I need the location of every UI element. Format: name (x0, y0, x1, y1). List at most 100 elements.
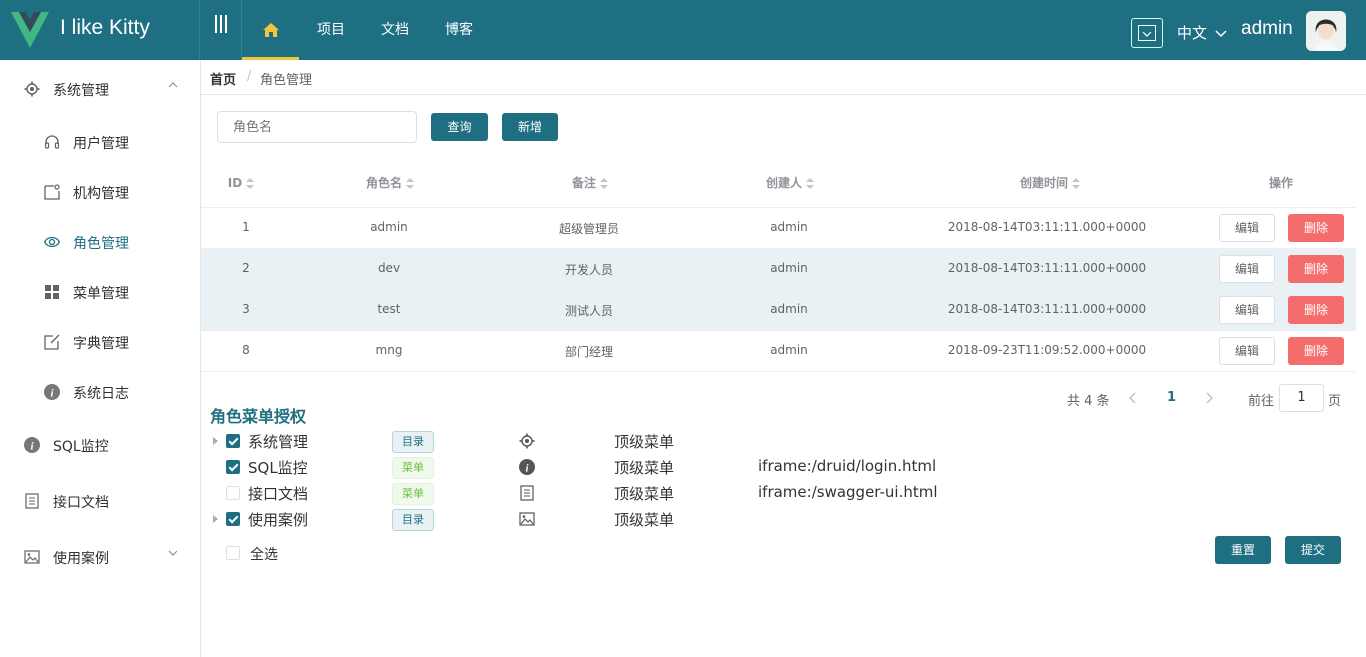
image-icon (519, 512, 535, 526)
column-header-label: ID (227, 176, 243, 190)
sidebar-item-api-docs[interactable]: 接口文档 (0, 476, 200, 526)
username[interactable]: admin (1241, 18, 1293, 40)
cell-remark: 测试人员 (564, 304, 613, 318)
sidebar-item-dict[interactable]: 字典管理 (0, 317, 200, 367)
sidebar-toggle-button[interactable] (201, 0, 242, 60)
cell-creator: admin (770, 261, 808, 275)
sort-icon[interactable] (406, 177, 414, 190)
tree-row-parent: 顶级菜单 (614, 433, 675, 451)
nav-blog[interactable]: 博客 (427, 0, 491, 60)
cell-name: admin (370, 220, 408, 234)
table-row[interactable]: 1 admin 超级管理员 admin 2018-08-14T03:11:11.… (201, 207, 1356, 248)
column-header-time[interactable]: 创建时间 (980, 161, 1120, 207)
pagination-total: 共 4 条 (1067, 394, 1110, 409)
submit-button[interactable]: 提交 (1285, 536, 1341, 564)
sort-icon[interactable] (806, 177, 814, 190)
pagination-page-current[interactable]: 1 (1167, 390, 1176, 405)
query-button[interactable]: 查询 (431, 113, 488, 141)
reset-button[interactable]: 重置 (1215, 536, 1271, 564)
sidebar-item-users[interactable]: 用户管理 (0, 117, 200, 167)
cell-creator: admin (770, 343, 808, 357)
sidebar-item-roles[interactable]: 角色管理 (0, 217, 200, 267)
cell-id: 3 (242, 302, 250, 316)
sidebar-item-label: 接口文档 (53, 495, 109, 511)
nav-projects[interactable]: 项目 (299, 0, 363, 60)
sidebar-item-menus[interactable]: 菜单管理 (0, 267, 200, 317)
sidebar: 系统管理 用户管理 机构管理 角色管理 菜单管理 字典管理 i 系统日志 i S… (0, 60, 201, 657)
checkbox[interactable] (226, 460, 240, 474)
sidebar-item-label: 使用案例 (53, 551, 109, 567)
chevron-left-icon[interactable] (1128, 392, 1136, 404)
sidebar-item-examples[interactable]: 使用案例 (0, 532, 200, 582)
fullscreen-button[interactable] (1131, 18, 1163, 48)
column-header-creator[interactable]: 创建人 (740, 161, 840, 207)
cell-creator: admin (770, 220, 808, 234)
sidebar-item-system[interactable]: 系统管理 (0, 64, 200, 114)
table-row[interactable]: 8 mng 部门经理 admin 2018-09-23T11:09:52.000… (201, 330, 1356, 371)
sidebar-item-label: 系统管理 (53, 83, 109, 99)
sidebar-item-label: 机构管理 (73, 186, 129, 202)
pagination-page-unit: 页 (1328, 394, 1342, 409)
edit-button[interactable]: 编辑 (1219, 296, 1275, 324)
table-row[interactable]: 2 dev 开发人员 admin 2018-08-14T03:11:11.000… (201, 248, 1356, 289)
role-name-search-input[interactable] (217, 111, 417, 143)
table-row[interactable]: 3 test 测试人员 admin 2018-08-14T03:11:11.00… (201, 289, 1356, 330)
cell-remark: 开发人员 (564, 263, 613, 277)
column-header-label: 创建时间 (1019, 176, 1068, 190)
sidebar-item-sql[interactable]: i SQL监控 (0, 420, 200, 470)
sidebar-item-label: 系统日志 (73, 386, 129, 402)
tree-row-parent: 顶级菜单 (614, 511, 675, 529)
column-header-remark[interactable]: 备注 (540, 161, 640, 207)
cell-time: 2018-08-14T03:11:11.000+0000 (947, 302, 1147, 316)
language-dropdown[interactable]: 中文 (1177, 22, 1227, 43)
add-button[interactable]: 新增 (502, 113, 558, 141)
expand-caret-icon[interactable] (213, 515, 222, 523)
delete-button[interactable]: 删除 (1288, 296, 1344, 324)
type-tag: 菜单 (392, 483, 434, 505)
logo[interactable]: I like Kitty (0, 0, 200, 60)
delete-button[interactable]: 删除 (1288, 214, 1344, 242)
tree-row[interactable]: 接口文档 菜单 顶级菜单 iframe:/swagger-ui.html (201, 480, 961, 506)
nav-docs[interactable]: 文档 (363, 0, 427, 60)
delete-button[interactable]: 删除 (1288, 337, 1344, 365)
sort-icon[interactable] (246, 177, 255, 190)
delete-button[interactable]: 删除 (1288, 255, 1344, 283)
table-bottom-border (201, 371, 1356, 372)
expand-caret-icon[interactable] (213, 437, 222, 445)
headset-icon (44, 135, 60, 149)
nav-home[interactable] (242, 0, 299, 60)
edit-button[interactable]: 编辑 (1219, 255, 1275, 283)
cell-name: mng (375, 343, 403, 357)
sidebar-item-org[interactable]: 机构管理 (0, 167, 200, 217)
cell-name: test (377, 302, 401, 316)
document-icon (520, 485, 534, 501)
tree-row[interactable]: 使用案例 目录 顶级菜单 (201, 506, 961, 532)
cell-time: 2018-08-14T03:11:11.000+0000 (947, 220, 1147, 234)
sidebar-item-label: 角色管理 (73, 236, 129, 252)
pagination-page-input[interactable]: 1 (1279, 384, 1324, 412)
edit-button[interactable]: 编辑 (1219, 214, 1275, 242)
tree-row[interactable]: 系统管理 目录 顶级菜单 (201, 428, 961, 454)
select-all-checkbox[interactable] (226, 546, 240, 560)
sidebar-item-label: SQL监控 (53, 439, 109, 455)
avatar[interactable] (1306, 11, 1346, 51)
column-header-id[interactable]: ID (221, 161, 261, 207)
select-all[interactable]: 全选 (201, 541, 321, 567)
column-header-name[interactable]: 角色名 (340, 161, 440, 207)
chevron-down-icon (1215, 29, 1227, 37)
checkbox[interactable] (226, 512, 240, 526)
chevron-down-icon (168, 550, 178, 556)
chevron-right-icon[interactable] (1206, 392, 1214, 404)
edit-button[interactable]: 编辑 (1219, 337, 1275, 365)
edit-icon (44, 334, 60, 350)
sidebar-item-logs[interactable]: i 系统日志 (0, 367, 200, 417)
checkbox[interactable] (226, 434, 240, 448)
tree-row[interactable]: SQL监控 菜单 i 顶级菜单 iframe:/druid/login.html (201, 454, 961, 480)
sort-icon[interactable] (1072, 177, 1080, 190)
breadcrumb-home[interactable]: 首页 (210, 69, 236, 88)
org-icon (44, 184, 60, 200)
checkbox[interactable] (226, 486, 240, 500)
chevron-up-icon (168, 82, 178, 88)
sort-icon[interactable] (600, 177, 608, 190)
tree-row-parent: 顶级菜单 (614, 485, 675, 503)
